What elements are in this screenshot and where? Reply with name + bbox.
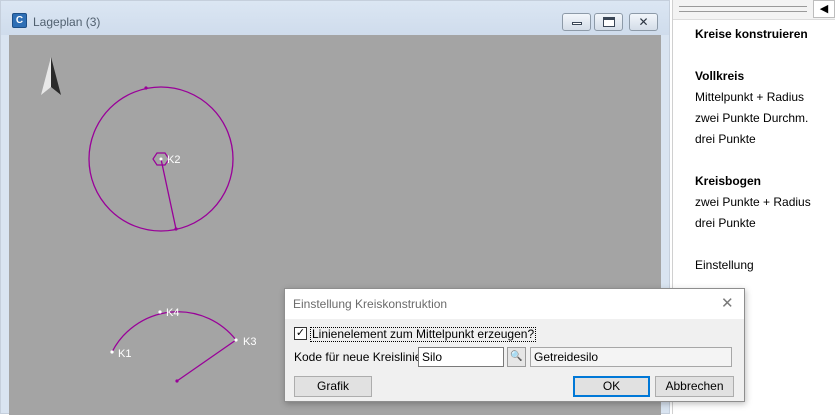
- menu-item-drei-punkte-vollkreis[interactable]: drei Punkte: [695, 132, 756, 146]
- window-title: Lageplan (3): [33, 15, 101, 29]
- panel-grip[interactable]: [679, 6, 807, 12]
- collapse-left-icon: ◀: [819, 3, 829, 15]
- radius-line[interactable]: [160, 158, 177, 230]
- arc-center-point: [175, 379, 179, 383]
- arc-radius-line[interactable]: [176, 339, 237, 382]
- circle-point: [174, 227, 178, 231]
- arc-point-k4: [158, 310, 162, 314]
- code-lookup-button[interactable]: 🔍: [507, 347, 526, 367]
- close-icon: ✕: [721, 295, 734, 312]
- dialog-close-button[interactable]: ✕: [721, 294, 734, 312]
- section-heading-vollkreis: Vollkreis: [695, 69, 745, 83]
- panel-title: Kreise konstruieren: [695, 27, 808, 41]
- minimize-icon: [572, 22, 582, 25]
- point-label-k1: K1: [118, 348, 131, 360]
- center-line-checkbox[interactable]: ✓: [294, 327, 307, 340]
- minimize-button[interactable]: [562, 13, 591, 31]
- grafik-button[interactable]: Grafik: [294, 376, 372, 397]
- point-label-k4: K4: [166, 307, 179, 319]
- menu-item-einstellung[interactable]: Einstellung: [695, 258, 754, 272]
- code-description-field: Getreidesilo: [530, 347, 732, 367]
- point-label-k3: K3: [243, 336, 256, 348]
- arc-point-k3: [234, 338, 238, 342]
- section-heading-kreisbogen: Kreisbogen: [695, 174, 762, 188]
- arc-point-k1: [110, 350, 114, 354]
- app-icon: C: [12, 13, 27, 28]
- panel-topbar: ◀: [673, 0, 835, 20]
- dialog-titlebar[interactable]: Einstellung Kreiskonstruktion ✕: [285, 289, 744, 319]
- maximize-button[interactable]: [594, 13, 623, 31]
- menu-item-mittelpunkt-radius[interactable]: Mittelpunkt + Radius: [695, 90, 804, 104]
- close-icon: ✕: [638, 15, 649, 29]
- center-point: [159, 157, 163, 161]
- code-label: Kode für neue Kreislinien:: [294, 350, 432, 364]
- cancel-button[interactable]: Abbrechen: [655, 376, 734, 397]
- window-titlebar[interactable]: C Lageplan (3) ✕: [1, 1, 669, 35]
- code-input[interactable]: Silo: [418, 347, 504, 367]
- menu-item-zwei-punkte-radius[interactable]: zwei Punkte + Radius: [695, 195, 811, 209]
- menu-item-drei-punkte-kreisbogen[interactable]: drei Punkte: [695, 216, 756, 230]
- checkmark-icon: ✓: [295, 327, 306, 339]
- maximize-icon: [603, 17, 615, 27]
- search-icon: 🔍: [510, 351, 523, 362]
- ok-button[interactable]: OK: [573, 376, 650, 397]
- settings-dialog: Einstellung Kreiskonstruktion ✕ ✓ Linien…: [284, 288, 745, 402]
- circle-point: [144, 86, 148, 90]
- menu-item-zwei-punkte-durchm[interactable]: zwei Punkte Durchm.: [695, 111, 808, 125]
- north-arrow-icon: [41, 57, 61, 95]
- point-label-k2: K2: [167, 154, 180, 166]
- collapse-panel-button[interactable]: ◀: [813, 0, 835, 18]
- close-window-button[interactable]: ✕: [629, 13, 658, 31]
- dialog-title: Einstellung Kreiskonstruktion: [293, 297, 448, 311]
- center-line-checkbox-label[interactable]: Linienelement zum Mittelpunkt erzeugen?: [310, 327, 537, 342]
